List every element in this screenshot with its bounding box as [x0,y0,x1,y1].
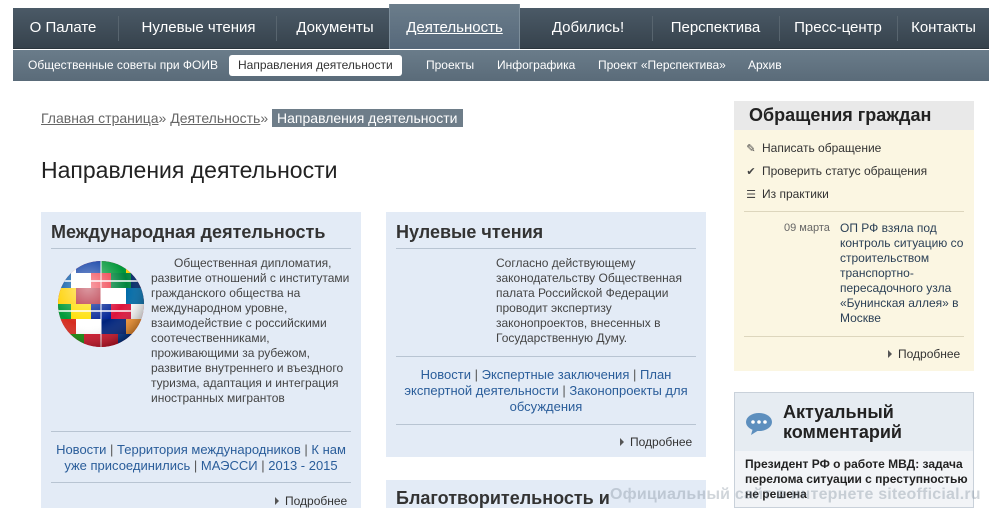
more-label: Подробнее [285,494,348,508]
breadcrumb-separator: » [260,110,269,126]
check-icon: ✔ [746,166,756,178]
link-maessi[interactable]: МАЭССИ [201,458,258,473]
appeals-more-link[interactable]: Подробнее [888,347,960,361]
globe-flags-image[interactable] [51,258,151,350]
breadcrumb-current: Направления деятельности [272,109,463,127]
link-expert-conclusions[interactable]: Экспертные заключения [482,367,630,382]
list-icon: ☰ [746,189,756,201]
news-date: 09 марта [784,222,830,234]
link-separator: | [304,442,308,457]
breadcrumb-activity-link[interactable]: Деятельность [170,110,260,126]
nav-item-perspective[interactable]: Перспектива [653,8,778,49]
nav-divider [276,16,277,41]
more-label: Подробнее [898,347,961,361]
watermark-text: Официальный сайт в интернете siteofficia… [610,486,981,503]
link-separator: | [110,442,114,457]
nav-item-documents[interactable]: Документы [281,8,389,49]
check-status-label: Проверить статус обращения [762,164,928,178]
card-zero-readings-links: Новости | Экспертные заключения | План э… [396,367,696,415]
comment-title: Актуальный комментарий [783,402,902,442]
card-zero-readings-more-link[interactable]: Подробнее [620,435,692,449]
nav-item-activity[interactable]: Деятельность [389,4,520,49]
card-zero-readings: Нулевые чтения Согласно действующему зак… [386,212,706,457]
subnav-item-archive[interactable]: Архив [748,50,782,81]
breadcrumb: Главная страница» Деятельность» Направле… [41,109,463,127]
card-divider [396,424,696,425]
subnav-item-projects[interactable]: Проекты [426,50,474,81]
appeals-divider [744,211,964,212]
news-link[interactable]: ОП РФ взяла под контроль ситуацию со стр… [840,221,968,326]
card-divider [396,356,696,357]
nav-item-press-center[interactable]: Пресс-центр [780,8,896,49]
breadcrumb-separator: » [158,110,167,126]
card-charity-title[interactable]: Благотворительность и [396,488,610,508]
card-zero-readings-text: Согласно действующему законодательству О… [496,256,682,345]
link-separator: | [261,458,265,473]
nav-item-achieved[interactable]: Добились! [525,8,651,49]
card-divider [51,248,351,249]
nav-item-contacts[interactable]: Контакты [898,8,989,49]
nav-divider [118,16,119,41]
link-separator: | [633,367,637,382]
link-separator: | [193,458,198,473]
appeals-title: Обращения граждан [734,101,974,130]
comment-title-line2: комментарий [783,422,902,442]
nav-item-zero-readings[interactable]: Нулевые чтения [125,8,272,49]
triangle-right-icon [275,497,279,505]
page-title: Направления деятельности [41,157,338,183]
subnav-item-infographics[interactable]: Инфографика [497,50,575,81]
subnav-item-directions[interactable]: Направления деятельности [229,55,402,76]
write-appeal-link[interactable]: ✎ Написать обращение [744,141,881,155]
check-status-link[interactable]: ✔ Проверить статус обращения [744,164,927,178]
link-years[interactable]: 2013 - 2015 [268,458,337,473]
more-label: Подробнее [630,435,693,449]
triangle-right-icon [620,438,624,446]
link-territory[interactable]: Территория международников [117,442,301,457]
sub-nav: Общественные советы при ФОИВ Направления… [13,50,989,81]
card-international-more-link[interactable]: Подробнее [275,494,347,508]
card-divider [51,431,351,432]
link-separator: | [474,367,478,382]
main-nav: О Палате Нулевые чтения Документы Деятел… [13,4,989,49]
appeals-divider [744,336,964,337]
card-international-title[interactable]: Международная деятельность [51,222,325,243]
pencil-icon: ✎ [746,143,756,155]
card-divider [51,482,351,483]
card-zero-readings-title[interactable]: Нулевые чтения [396,222,543,243]
link-separator: | [562,383,566,398]
card-international-text: Общественная дипломатия, развитие отноше… [151,256,350,405]
triangle-right-icon [888,350,892,358]
comment-title-line1: Актуальный [783,402,894,422]
subnav-item-councils[interactable]: Общественные советы при ФОИВ [28,50,218,81]
link-news[interactable]: Новости [421,367,471,382]
link-news[interactable]: Новости [56,442,106,457]
subnav-item-project-perspective[interactable]: Проект «Перспектива» [598,50,726,81]
write-appeal-label: Написать обращение [762,141,882,155]
from-practice-link[interactable]: ☰ Из практики [744,187,829,201]
from-practice-label: Из практики [762,187,829,201]
card-divider [396,248,696,249]
breadcrumb-home-link[interactable]: Главная страница [41,110,159,126]
speech-bubble-icon [745,412,773,441]
nav-item-about[interactable]: О Палате [13,8,113,49]
appeals-panel: Обращения граждан ✎ Написать обращение ✔ П… [734,101,974,371]
card-international-links: Новости | Территория международников | К… [51,442,351,474]
card-international: Международная деятельность Общественная … [41,212,361,508]
